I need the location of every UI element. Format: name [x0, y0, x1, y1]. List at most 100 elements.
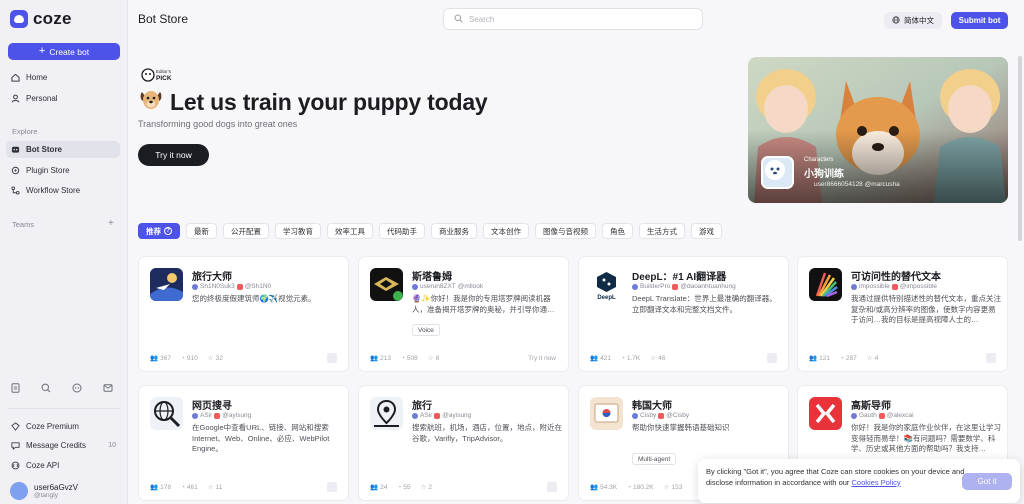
- featured-bot-name: 小狗训练: [804, 169, 844, 180]
- sidebar: coze + Create bot Home Personal Explore …: [0, 0, 128, 504]
- tab-label: 角色: [610, 226, 625, 236]
- bot-avatar: [150, 397, 183, 430]
- featured-bot-card[interactable]: Characters 小狗训练 user866605412​8 @marcush…: [748, 57, 1008, 203]
- bot-author: BuilderPro @daoanhtuanhung: [632, 283, 736, 290]
- badge-icon: [658, 412, 665, 419]
- submit-bot-button[interactable]: Submit bot: [951, 12, 1008, 29]
- create-bot-label: Create bot: [49, 46, 90, 57]
- sidebar-item-coze-api[interactable]: Coze API: [6, 457, 120, 474]
- search-input[interactable]: [469, 14, 689, 24]
- tab-business[interactable]: 商业服务: [431, 223, 477, 239]
- premium-icon: [11, 422, 20, 431]
- bookmark-icon[interactable]: [327, 353, 337, 363]
- search-icon: [454, 12, 463, 26]
- language-label: 简体中文: [904, 16, 934, 25]
- create-bot-button[interactable]: + Create bot: [8, 43, 120, 60]
- sidebar-item-personal[interactable]: Personal: [6, 90, 120, 107]
- cookies-policy-link[interactable]: Cookies Policy: [852, 478, 901, 487]
- bookmark-icon[interactable]: [767, 353, 777, 363]
- conversations-stat: ◔ 461: [180, 483, 198, 491]
- badge-icon: [891, 283, 898, 290]
- favorites-stat: ☆ 153: [663, 483, 683, 492]
- sidebar-item-bot-store[interactable]: Bot Store: [6, 141, 120, 158]
- bot-description: 🔮✨你好！我是你的专用塔罗牌阅读机器人，准备揭开塔罗牌的奥秘，并引导你通…: [412, 294, 555, 314]
- language-button[interactable]: 简体中文: [884, 12, 942, 29]
- bot-card-tarot[interactable]: 斯塔鲁姆 userun8ZXT @mllook 🔮✨你好！我是你的专用塔罗牌阅读机…: [358, 256, 569, 372]
- explore-icon[interactable]: [41, 383, 51, 393]
- tab-education[interactable]: 学习教育: [275, 223, 321, 239]
- api-icon: [11, 461, 20, 470]
- tab-latest[interactable]: 最新: [186, 223, 217, 239]
- sidebar-item-plugin-store[interactable]: Plugin Store: [6, 162, 120, 179]
- bot-author: Gauth @alexcai: [851, 412, 914, 419]
- bot-description: 在Google中查看URL、链接、网站和搜索Internet、Web、Onlin…: [192, 423, 330, 453]
- sidebar-item-coze-premium[interactable]: Coze Premium: [6, 418, 120, 435]
- try-it-now-button[interactable]: Try it now: [138, 144, 209, 166]
- tab-label: 推荐: [146, 226, 161, 236]
- author-avatar-icon: [632, 283, 638, 290]
- tab-productivity[interactable]: 效率工具: [327, 223, 373, 239]
- svg-text:DeepL: DeepL: [597, 295, 616, 301]
- tab-image-media[interactable]: 图像与音视频: [535, 223, 596, 239]
- user-icon: [11, 94, 20, 103]
- sidebar-item-home[interactable]: Home: [6, 69, 120, 86]
- tab-code-assistant[interactable]: 代码助手: [379, 223, 425, 239]
- message-icon[interactable]: [103, 383, 113, 393]
- author-avatar-icon: [851, 283, 857, 290]
- cookie-text: By clicking "Got it", you agree that Coz…: [706, 467, 965, 487]
- conversations-stat: ◔ 508: [400, 354, 418, 362]
- bot-avatar: [150, 268, 183, 301]
- bot-card-travel[interactable]: 旅行 ASir @ayisung 搜索航班，机场，酒店，位置，地点，附近在谷歌，V…: [358, 385, 569, 501]
- bot-description: 我通过提供特别描述性的替代文本，重点关注复杂和/或高分辨率的图像，使数字内容更易…: [851, 294, 1001, 324]
- sidebar-divider: [8, 408, 120, 409]
- favorites-stat: ☆ 32: [207, 354, 223, 363]
- teams-section-label: Teams: [12, 220, 35, 229]
- add-team-icon[interactable]: +: [108, 218, 114, 229]
- multi-agent-tag: Multi-agent: [632, 453, 677, 465]
- bot-stats: 👥 24 ◔ 55 ☆ 2: [370, 483, 432, 492]
- bot-card-web-search[interactable]: 网页搜寻 ASir @ayisung 在Google中查看URL、链接、网站和搜索…: [138, 385, 349, 501]
- sidebar-item-label: Plugin Store: [26, 166, 70, 175]
- tab-writing[interactable]: 文本创作: [483, 223, 529, 239]
- document-icon[interactable]: [10, 383, 20, 393]
- bot-stats: 👥 54.3K ◔ 180.2K ☆ 153: [590, 483, 683, 492]
- category-tabs: 推荐 ? 最新 公开配置 学习教育 效率工具 代码助手 商业服务 文本创作 图像…: [138, 223, 722, 239]
- page-scrollbar[interactable]: [1018, 56, 1022, 241]
- bot-avatar: [370, 268, 403, 301]
- got-it-button[interactable]: Got it: [962, 473, 1012, 490]
- coze-logo[interactable]: coze: [10, 9, 72, 29]
- bot-author: ASir @ayisung: [192, 412, 251, 419]
- user-profile[interactable]: user6aGvzV @tangly: [10, 482, 78, 500]
- bot-card-deepl[interactable]: DeepL DeepL：#1 AI翻译器 BuilderPro @daoanhtu…: [578, 256, 789, 372]
- tab-public-config[interactable]: 公开配置: [223, 223, 269, 239]
- bot-card-travel-master[interactable]: 旅行大师 Sh1N0Suk3 @Sh1N0 您的终极度假建筑师🌍✈️视觉元素。 👥…: [138, 256, 349, 372]
- bookmark-icon[interactable]: [547, 482, 557, 492]
- bot-title: 斯塔鲁姆: [412, 272, 452, 283]
- sidebar-item-message-credits[interactable]: Message Credits 10: [6, 437, 120, 454]
- tab-lifestyle[interactable]: 生活方式: [639, 223, 685, 239]
- bot-description: 您的终极度假建筑师🌍✈️视觉元素。: [192, 294, 316, 303]
- users-stat: 👥 178: [150, 483, 171, 492]
- tab-characters[interactable]: 角色: [602, 223, 633, 239]
- bot-card-alt-text[interactable]: 可访问性的替代文本 impossible @impossible 我通过提供特别描…: [797, 256, 1008, 372]
- sidebar-item-label: Workflow Store: [26, 186, 81, 195]
- bot-title: 韩国大师: [632, 401, 672, 412]
- sidebar-item-label: Coze Premium: [26, 422, 79, 431]
- featured-bot-author: user866605412​8 @marcusha: [814, 181, 900, 188]
- bookmark-icon[interactable]: [327, 482, 337, 492]
- coze-logo-icon: [10, 10, 28, 28]
- hero-subtitle: Transforming good dogs into great ones: [138, 119, 298, 129]
- bookmark-icon[interactable]: [986, 353, 996, 363]
- tab-games[interactable]: 游戏: [691, 223, 722, 239]
- tab-recommended[interactable]: 推荐 ?: [138, 223, 180, 239]
- conversations-stat: ◔ 287: [839, 354, 857, 362]
- featured-bot-icon: [761, 156, 794, 189]
- sidebar-item-workflow-store[interactable]: Workflow Store: [6, 182, 120, 199]
- search-bar[interactable]: [443, 8, 703, 30]
- bot-stats: 👥 213 ◔ 508 ☆ 8: [370, 354, 439, 363]
- tab-label: 文本创作: [491, 226, 521, 236]
- plugin-icon: [11, 166, 20, 175]
- badge-icon: [878, 412, 885, 419]
- discord-icon[interactable]: [72, 383, 82, 393]
- try-it-now-link[interactable]: Try it now: [528, 355, 556, 362]
